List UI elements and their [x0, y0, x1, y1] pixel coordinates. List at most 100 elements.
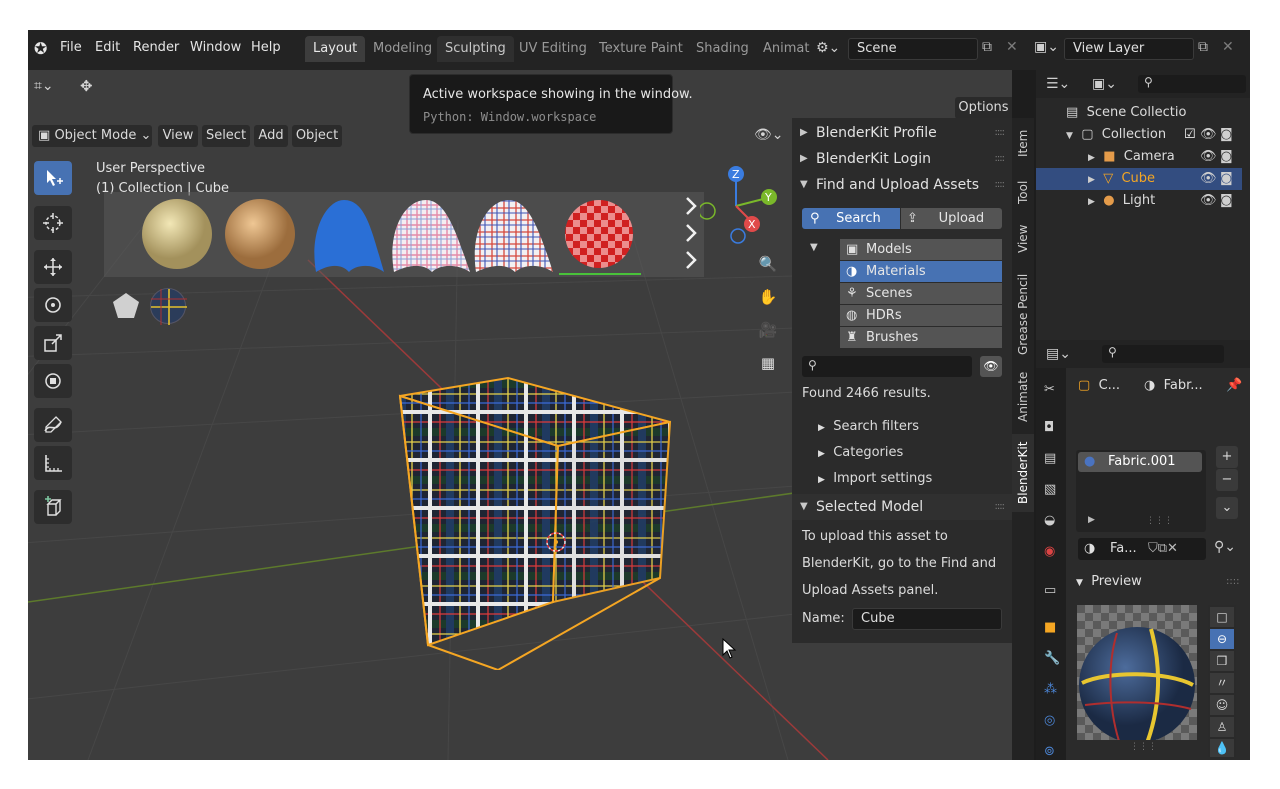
menu-render[interactable]: Render [133, 40, 179, 55]
drag-grip-icon[interactable]: :::: [995, 172, 1006, 198]
blenderkit-search-input[interactable]: ⚲ [802, 356, 972, 377]
scene-name-field[interactable]: Scene [848, 38, 978, 60]
search-tab[interactable]: ⚲ Search [802, 208, 900, 229]
category-materials[interactable]: ◑ Materials [840, 261, 1002, 282]
tab-tool[interactable]: Tool [1012, 172, 1034, 212]
drag-grip-icon[interactable]: :::: [995, 120, 1006, 146]
tab-animation[interactable]: Animat [755, 36, 817, 62]
asset-thumb-1[interactable] [142, 199, 212, 269]
tab-layout[interactable]: Layout [305, 36, 366, 62]
particles-icon[interactable]: ⁂ [1044, 682, 1057, 697]
breadcrumb-material[interactable]: ◑ Fabr... [1144, 378, 1203, 393]
preview-cloth-icon[interactable]: ♙ [1210, 717, 1234, 737]
menu-object[interactable]: Object [292, 125, 342, 147]
plaid-cube[interactable] [388, 370, 688, 670]
view-layer-icon[interactable]: ▧ [1044, 482, 1056, 497]
world-icon[interactable]: ◉ [1044, 544, 1055, 559]
slot-expand-icon[interactable]: ▶ [1088, 515, 1095, 525]
asset-bar-next-icon[interactable] [686, 197, 697, 269]
preview-header[interactable]: ▼ Preview [1076, 574, 1142, 589]
annotate-tool[interactable] [34, 408, 72, 442]
preview-flat-icon[interactable]: □ [1210, 607, 1234, 627]
tab-item[interactable]: Item [1012, 118, 1034, 168]
collection-props-icon[interactable]: ▭ [1044, 583, 1056, 598]
menu-edit[interactable]: Edit [95, 40, 120, 55]
drag-grip-icon[interactable]: :::: [995, 494, 1006, 520]
import-settings-toggle[interactable]: ▶ Import settings [818, 471, 932, 486]
object-mode-dropdown[interactable]: ▣ Object Mode ⌄ [32, 125, 152, 147]
tab-blenderkit[interactable]: BlenderKit [1012, 434, 1034, 512]
camera-render-icon[interactable]: ◙ [1220, 193, 1233, 208]
remove-slot-button[interactable]: − [1216, 469, 1238, 491]
outliner-editor-type-icon[interactable]: ☰⌄ [1046, 76, 1070, 92]
tab-texture-paint[interactable]: Texture Paint [591, 36, 691, 62]
selected-model-header[interactable]: ▼ Selected Model:::: [792, 494, 1012, 520]
menu-view[interactable]: View [158, 125, 198, 147]
select-box-tool[interactable] [34, 161, 72, 195]
camera-render-icon[interactable]: ◙ [1220, 149, 1233, 164]
asset-bar-material-icon[interactable] [150, 288, 187, 325]
link-dropdown-icon[interactable]: ⚲⌄ [1214, 539, 1236, 555]
search-filters-toggle[interactable]: ▶ Search filters [818, 419, 919, 434]
constraints-icon[interactable]: ⊚ [1044, 744, 1055, 759]
category-brushes[interactable]: ♜ Brushes [840, 327, 1002, 348]
tab-shading[interactable]: Shading [688, 36, 757, 62]
material-slot-fabric[interactable]: ● Fabric.001 [1078, 452, 1202, 472]
tab-uv-editing[interactable]: UV Editing [511, 36, 595, 62]
slot-resize-grip-icon[interactable]: ⋮⋮⋮ [1146, 516, 1173, 526]
move-tool[interactable] [34, 250, 72, 284]
find-upload-header[interactable]: ▼ Find and Upload Assets:::: [792, 172, 1012, 198]
scene-selector-icon[interactable]: ⚙⌄ [816, 40, 840, 56]
categories-toggle[interactable]: ▶ Categories [818, 445, 903, 460]
preview-resize-grip-icon[interactable]: ⋮⋮⋮ [1130, 742, 1157, 752]
camera-view-icon[interactable]: 🎥 [754, 316, 782, 344]
add-slot-button[interactable]: + [1216, 446, 1238, 468]
preview-cube-icon[interactable]: ❒ [1210, 651, 1234, 671]
zoom-icon[interactable]: 🔍 [754, 250, 782, 278]
delete-scene-icon[interactable]: ✕ [1006, 39, 1018, 55]
rotate-tool[interactable] [34, 288, 72, 322]
add-cube-tool[interactable] [34, 490, 72, 524]
asset-thumb-6[interactable] [565, 200, 633, 268]
asset-thumb-5[interactable] [474, 200, 553, 272]
tab-sculpting[interactable]: Sculpting [437, 36, 514, 62]
outliner-search-input[interactable]: ⚲ [1138, 75, 1246, 93]
render-icon[interactable]: ◘ [1044, 420, 1054, 435]
blender-logo-icon[interactable]: ✪ [34, 39, 47, 58]
tool-settings-icon[interactable]: ✂ [1044, 382, 1055, 397]
checkbox-icon[interactable]: ☑ [1184, 127, 1196, 142]
preview-hair-icon[interactable]: 〃 [1210, 673, 1234, 693]
tab-modeling[interactable]: Modeling [365, 36, 440, 62]
preview-monkey-icon[interactable]: ☺ [1210, 695, 1234, 715]
tab-grease-pencil[interactable]: Grease Pencil [1012, 266, 1034, 362]
pan-hand-icon[interactable]: ✋ [754, 283, 782, 311]
camera-render-icon[interactable]: ◙ [1220, 171, 1233, 186]
asset-thumb-2[interactable] [225, 199, 295, 269]
eye-icon[interactable]: 👁 [1200, 193, 1217, 208]
blenderkit-login-header[interactable]: ▶ BlenderKit Login:::: [792, 146, 1012, 172]
blenderkit-profile-header[interactable]: ▶ BlenderKit Profile:::: [792, 120, 1012, 146]
view-layer-field[interactable]: View Layer [1064, 38, 1194, 60]
delete-view-layer-icon[interactable]: ✕ [1222, 39, 1234, 55]
properties-search-input[interactable]: ⚲ [1102, 345, 1224, 363]
output-icon[interactable]: ▤ [1044, 451, 1056, 466]
new-scene-icon[interactable]: ⧉ [982, 39, 992, 55]
transform-pivot-icon[interactable]: ✥ [80, 77, 93, 95]
view-layer-selector-icon[interactable]: ▣⌄ [1034, 39, 1059, 55]
cursor-tool[interactable] [34, 206, 72, 240]
modifier-icon[interactable]: 🔧 [1044, 651, 1060, 666]
eye-icon[interactable]: 👁 [1200, 127, 1217, 142]
object-props-icon[interactable]: ■ [1044, 620, 1056, 635]
menu-help[interactable]: Help [251, 40, 281, 55]
preview-sphere-icon[interactable]: ⊖ [1210, 629, 1234, 649]
category-scenes[interactable]: ⚘ Scenes [840, 283, 1002, 304]
scale-tool[interactable] [34, 326, 72, 360]
preview-fluid-icon[interactable]: 💧 [1210, 739, 1234, 757]
category-models[interactable]: ▣ Models [840, 239, 1002, 260]
upload-tab[interactable]: ⇪ Upload [901, 208, 1002, 229]
measure-tool[interactable] [34, 446, 72, 480]
options-dropdown[interactable]: Options ⌄ [955, 97, 1012, 119]
navigation-gizmo[interactable]: Z Y X [700, 162, 790, 252]
physics-icon[interactable]: ◎ [1044, 713, 1055, 728]
eye-icon[interactable]: 👁 [980, 356, 1002, 377]
